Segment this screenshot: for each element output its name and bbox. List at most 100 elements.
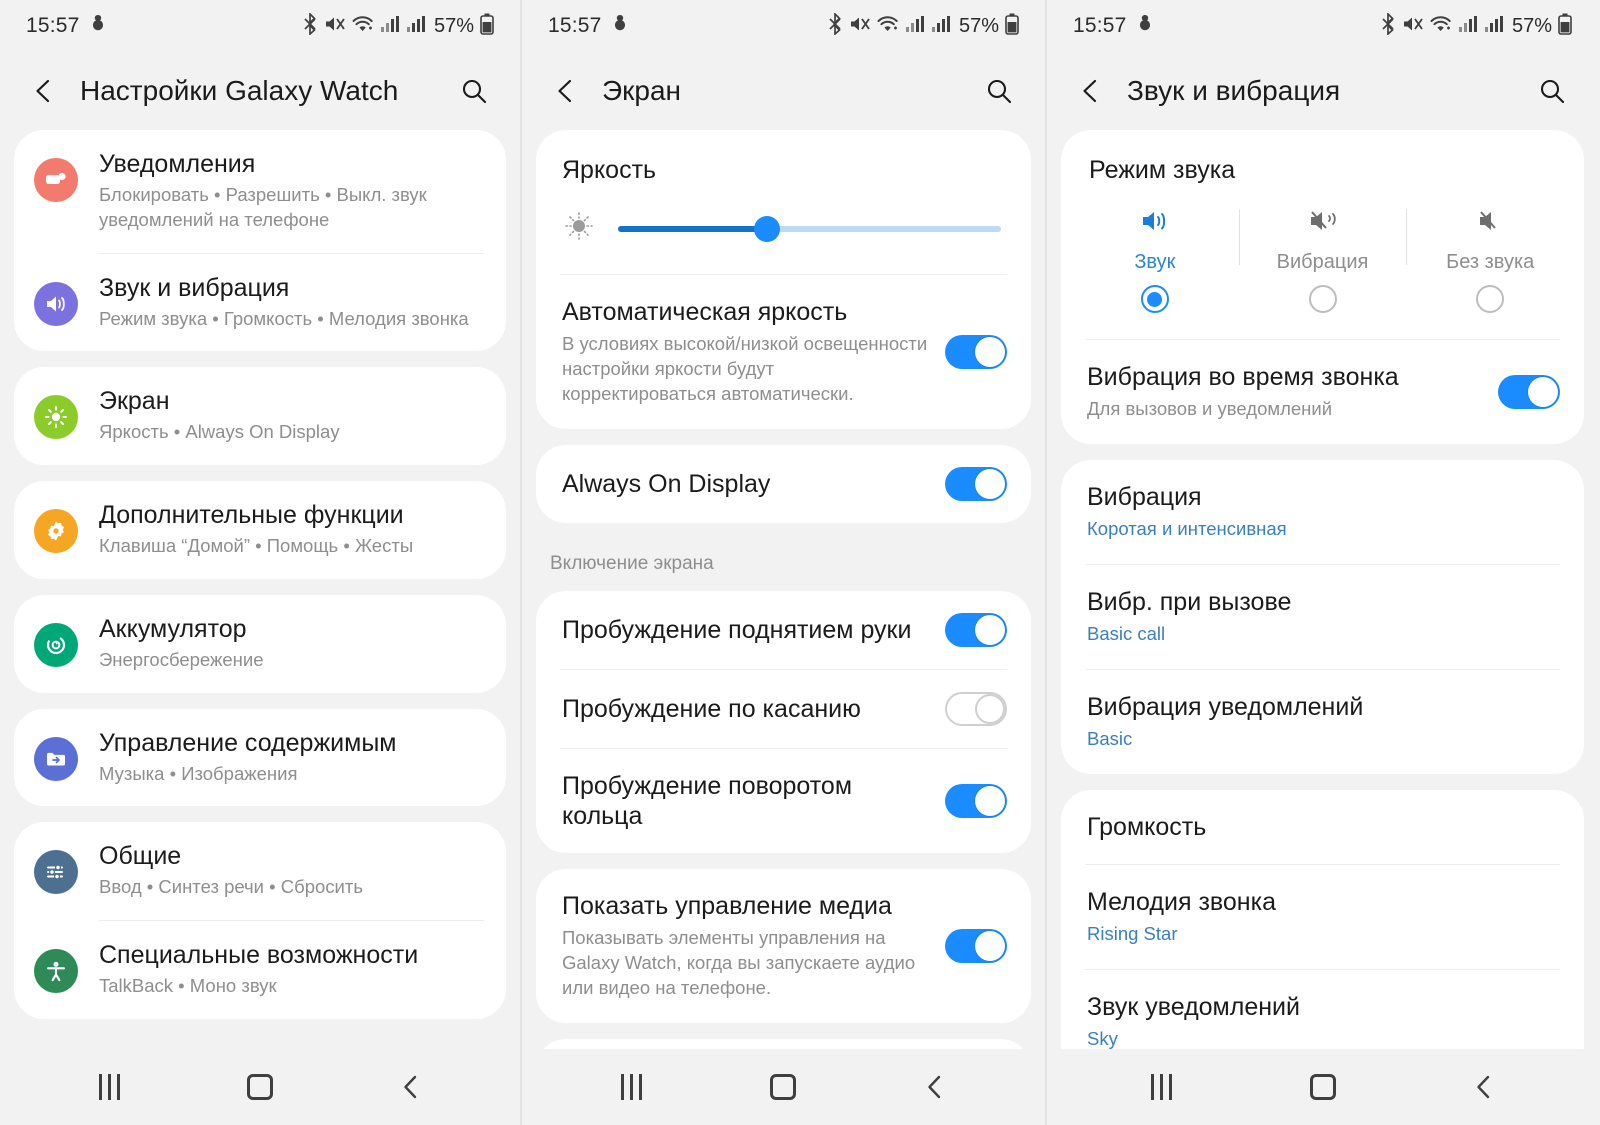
back-icon[interactable] (544, 69, 588, 113)
row-title: Вибрация (1087, 482, 1202, 511)
recents-icon[interactable] (1127, 1062, 1197, 1112)
row-title: Вибрация уведомлений (1087, 692, 1364, 721)
notification-icon (34, 158, 78, 202)
page-title: Настройки Galaxy Watch (80, 75, 399, 106)
item-title: Звук и вибрация (99, 273, 290, 302)
vibrate-while-ringing-row[interactable]: Вибрация во время звонка Для вызовов и у… (1061, 340, 1584, 444)
wifi-icon (352, 14, 374, 39)
wake-on-touch-row[interactable]: Пробуждение по касанию (536, 670, 1031, 748)
wifi-icon (1430, 14, 1452, 39)
screen-timeout-row[interactable]: Тайм-аут экрана После 30 секунд бездейст… (536, 1039, 1031, 1049)
settings-group: Общие Ввод • Синтез речи • Сбросить Спец… (14, 822, 506, 1020)
sidebar-item-battery[interactable]: Аккумулятор Энергосбережение (14, 595, 506, 693)
vibration-pattern-row[interactable]: Вибрация Коротая и интенсивная (1061, 460, 1584, 564)
item-text: Аккумулятор Энергосбережение (99, 615, 264, 673)
back-icon[interactable] (1069, 69, 1113, 113)
signal-sim2-icon (1484, 15, 1504, 38)
call-vibration-row[interactable]: Вибр. при вызове Basic call (1061, 565, 1584, 669)
row-value: Sky (1087, 1027, 1118, 1049)
row-value: Коротая и интенсивная (1087, 517, 1287, 539)
settings-group: Дополнительные функции Клавиша “Домой” •… (14, 481, 506, 579)
wake-on-raise-toggle[interactable] (945, 612, 1007, 647)
notification-sound-row[interactable]: Звук уведомлений Sky (1061, 970, 1584, 1049)
back-nav-icon[interactable] (1449, 1062, 1519, 1112)
sound-mode-radio-vibrate[interactable] (1308, 285, 1337, 313)
sound-mode-label: Режим звука (1089, 156, 1236, 184)
brightness-slider[interactable] (618, 215, 1001, 242)
item-subtitle: Музыка • Изображения (99, 762, 298, 784)
brightness-label: Яркость (562, 156, 657, 184)
battery-percent: 57% (958, 14, 999, 37)
sound-mode-radio-sound[interactable] (1140, 285, 1169, 313)
wake-section-label: Включение экрана (550, 552, 714, 574)
battery-percent: 57% (433, 14, 474, 37)
vibrate-while-ringing-toggle[interactable] (1498, 374, 1560, 409)
battery-icon (1005, 13, 1019, 40)
ringtone-row[interactable]: Мелодия звонка Rising Star (1061, 865, 1584, 969)
always-on-display-toggle[interactable] (945, 466, 1007, 501)
auto-brightness-toggle[interactable] (945, 334, 1007, 369)
vibrate-icon (1308, 207, 1338, 240)
media-controls-toggle[interactable] (945, 928, 1007, 963)
row-text: Вибр. при вызове Basic call (1087, 587, 1560, 647)
item-text: Общие Ввод • Синтез речи • Сбросить (99, 842, 363, 900)
bluetooth-icon (302, 11, 318, 40)
search-icon[interactable] (1530, 69, 1574, 113)
sidebar-item-sound-vibration[interactable]: Звук и вибрация Режим звука • Громкость … (14, 254, 506, 352)
brightness-slider-row (536, 185, 1031, 274)
row-title: Показать управление медиа (562, 891, 892, 920)
screen-sound-vibration-settings: 15:57 57% Звук и вибрация Режим звука Зв… (1045, 0, 1598, 1125)
row-title: Автоматическая яркость (562, 298, 848, 326)
recents-icon[interactable] (74, 1062, 144, 1112)
sound-mode-radio-mute[interactable] (1476, 285, 1505, 313)
row-text: Пробуждение поворотом кольца (562, 771, 929, 831)
sidebar-item-general[interactable]: Общие Ввод • Синтез речи • Сбросить (14, 822, 506, 920)
row-text: Автоматическая яркость В условиях высоко… (562, 297, 929, 407)
notification-vibration-row[interactable]: Вибрация уведомлений Basic (1061, 670, 1584, 774)
recents-icon[interactable] (597, 1062, 667, 1112)
home-icon[interactable] (748, 1062, 818, 1112)
sound-mode-option-sound[interactable]: Звук (1071, 207, 1239, 313)
home-icon[interactable] (225, 1062, 295, 1112)
location-icon (1136, 14, 1154, 39)
row-title: Always On Display (562, 469, 771, 498)
back-icon[interactable] (22, 69, 66, 113)
item-text: Экран Яркость • Always On Display (99, 387, 340, 445)
status-bar: 15:57 57% (1047, 0, 1598, 52)
sound-mode-option-mute[interactable]: Без звука (1406, 207, 1574, 313)
item-title: Управление содержимым (99, 728, 397, 757)
battery-percent: 57% (1511, 14, 1552, 37)
item-title: Общие (99, 842, 182, 871)
wake-on-bezel-row[interactable]: Пробуждение поворотом кольца (536, 749, 1031, 853)
sidebar-item-content-management[interactable]: Управление содержимым Музыка • Изображен… (14, 709, 506, 807)
sound-settings-list: Режим звука Звук Вибрация Без звука Вибр… (1047, 130, 1598, 1049)
sidebar-item-notifications[interactable]: Уведомления Блокировать • Разрешить • Вы… (14, 130, 506, 253)
status-bar: 15:57 57% (0, 0, 520, 52)
volume-row[interactable]: Громкость (1061, 790, 1584, 864)
back-nav-icon[interactable] (900, 1062, 970, 1112)
sidebar-item-accessibility[interactable]: Специальные возможности TalkBack • Моно … (14, 921, 506, 1019)
status-bar-left: 15:57 (548, 14, 629, 39)
status-bar-left: 15:57 (1073, 14, 1154, 39)
item-title: Уведомления (99, 150, 256, 178)
settings-list: Уведомления Блокировать • Разрешить • Вы… (0, 130, 520, 1049)
wifi-icon (877, 14, 899, 39)
back-nav-icon[interactable] (376, 1062, 446, 1112)
home-icon[interactable] (1288, 1062, 1358, 1112)
wake-on-bezel-toggle[interactable] (945, 783, 1007, 818)
row-text: Always On Display (562, 469, 929, 499)
auto-brightness-row[interactable]: Автоматическая яркость В условиях высоко… (536, 275, 1031, 429)
search-icon[interactable] (452, 69, 496, 113)
bluetooth-icon (1380, 11, 1396, 40)
always-on-display-row[interactable]: Always On Display (536, 445, 1031, 523)
search-icon[interactable] (977, 69, 1021, 113)
item-title: Специальные возможности (99, 941, 419, 970)
wake-on-raise-row[interactable]: Пробуждение поднятием руки (536, 591, 1031, 669)
sound-mode-option-vibrate[interactable]: Вибрация (1238, 207, 1407, 313)
wake-on-touch-toggle[interactable] (945, 691, 1007, 726)
mute-icon (849, 14, 871, 39)
item-title: Аккумулятор (99, 614, 247, 643)
sidebar-item-display[interactable]: Экран Яркость • Always On Display (14, 367, 506, 465)
sidebar-item-advanced-features[interactable]: Дополнительные функции Клавиша “Домой” •… (14, 481, 506, 579)
media-controls-row[interactable]: Показать управление медиа Показывать эле… (536, 869, 1031, 1023)
